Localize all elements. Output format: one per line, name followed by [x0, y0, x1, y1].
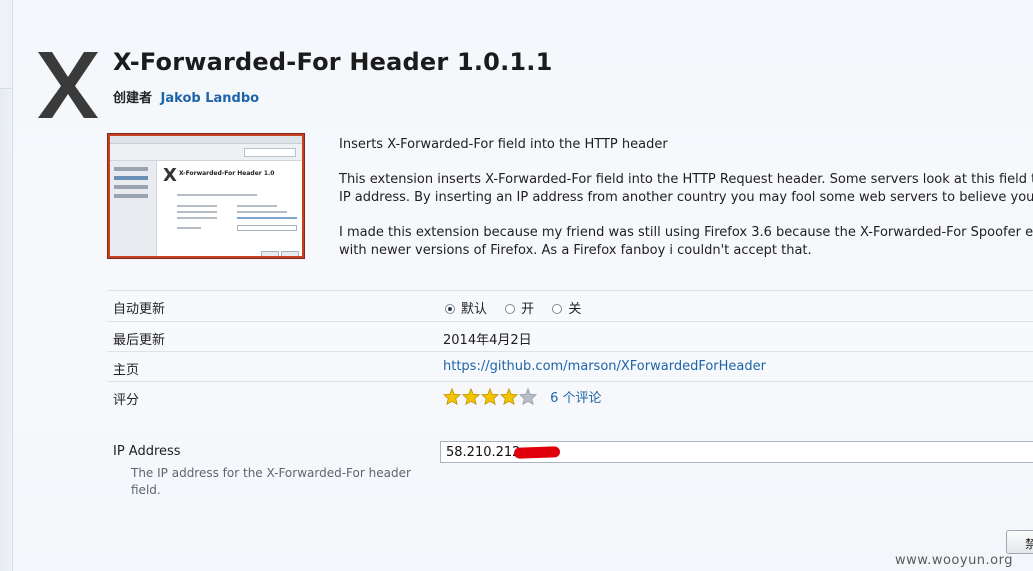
- star-filled-icon: [480, 387, 500, 406]
- addon-description: Inserts X-Forwarded-For field into the H…: [339, 136, 1033, 277]
- screenshot-sidebar-item: [114, 167, 148, 171]
- star-filled-icon: [442, 387, 462, 406]
- radio-label: 关: [568, 302, 582, 317]
- screenshot-sidebar-item: [114, 194, 148, 198]
- star-filled-icon: [499, 387, 519, 406]
- radio-off[interactable]: 关: [552, 298, 581, 317]
- screenshot-sidebar: [110, 161, 157, 256]
- screenshot-x-icon: X: [163, 165, 177, 186]
- radio-label: 开: [521, 302, 535, 317]
- watermark: www.wooyun.org: [895, 553, 1014, 568]
- homepage-label: 主页: [113, 363, 140, 378]
- screenshot-button: [281, 251, 299, 256]
- description-line: IP address. By inserting an IP address f…: [339, 190, 1033, 205]
- radio-empty-icon: [505, 304, 516, 314]
- row-auto-update: 自动更新 默认 开 关: [107, 290, 1033, 321]
- homepage-link[interactable]: https://github.com/marson/XForwardedForH…: [443, 359, 766, 374]
- screenshot-main: X X-Forwarded-For Header 1.0: [157, 161, 302, 256]
- screenshot-title: X-Forwarded-For Header 1.0: [179, 170, 275, 177]
- screenshot-content: X X-Forwarded-For Header 1.0: [110, 136, 302, 256]
- creator-label: 创建者: [113, 91, 153, 106]
- screenshot-text-line: [237, 205, 277, 207]
- radio-selected-icon: [445, 304, 455, 314]
- star-empty-icon: [518, 387, 538, 406]
- radio-default[interactable]: 默认: [445, 298, 487, 317]
- addon-title: X-Forwarded-For Header 1.0.1.1: [113, 48, 553, 76]
- screenshot-sidebar-item: [114, 176, 148, 180]
- description-paragraph: I made this extension because my friend …: [339, 224, 1033, 260]
- x-logo-icon: [38, 52, 98, 118]
- description-line: I made this extension because my friend …: [339, 225, 1033, 240]
- screenshot-search-box: [244, 148, 296, 157]
- screenshot-sidebar-item: [114, 185, 148, 189]
- screenshot-titlebar: [110, 136, 302, 144]
- screenshot-text-line: [177, 205, 217, 207]
- creator-row: 创建者 Jakob Landbo: [113, 87, 259, 106]
- ip-address-label: IP Address: [113, 444, 181, 459]
- star-filled-icon: [461, 387, 481, 406]
- row-last-updated: 最后更新 2014年4月2日: [107, 321, 1033, 352]
- description-line: with newer versions of Firefox. As a Fir…: [339, 243, 812, 258]
- rating-label: 评分: [113, 393, 140, 408]
- screenshot-text-line: [177, 227, 201, 229]
- screenshot-text-line: [237, 211, 287, 213]
- description-paragraph: This extension inserts X-Forwarded-For f…: [339, 171, 1033, 207]
- screenshot-link-line: [237, 217, 297, 219]
- radio-on[interactable]: 开: [505, 298, 534, 317]
- auto-update-label: 自动更新: [113, 302, 166, 317]
- description-line: This extension inserts X-Forwarded-For f…: [339, 172, 1033, 187]
- radio-label: 默认: [461, 302, 488, 317]
- row-rating: 评分 6 个评论: [107, 381, 1033, 412]
- screenshot-text-line: [177, 194, 257, 196]
- auto-update-radio-group: 默认 开 关: [445, 298, 595, 317]
- description-summary: Inserts X-Forwarded-For field into the H…: [339, 137, 668, 152]
- rating-stars: [442, 387, 538, 409]
- left-sidebar-top: [0, 0, 12, 89]
- addon-screenshot[interactable]: X X-Forwarded-For Header 1.0: [107, 133, 305, 259]
- reviews-link[interactable]: 6 个评论: [550, 391, 601, 406]
- screenshot-text-line: [177, 211, 217, 213]
- disable-button[interactable]: 禁: [1006, 530, 1033, 554]
- ip-address-description: The IP address for the X-Forwarded-For h…: [131, 466, 411, 497]
- redaction-mark: [513, 446, 561, 459]
- screenshot-text-line: [177, 217, 217, 219]
- row-homepage: 主页 https://github.com/marson/XForwardedF…: [107, 351, 1033, 382]
- screenshot-toolbar: [110, 144, 302, 161]
- radio-empty-icon: [552, 304, 563, 314]
- rating-value: 6 个评论: [442, 387, 602, 409]
- last-updated-value: 2014年4月2日: [443, 333, 532, 348]
- last-updated-label: 最后更新: [113, 333, 166, 348]
- screenshot-button: [261, 251, 279, 256]
- creator-link[interactable]: Jakob Landbo: [161, 91, 260, 106]
- screenshot-field: [237, 225, 297, 231]
